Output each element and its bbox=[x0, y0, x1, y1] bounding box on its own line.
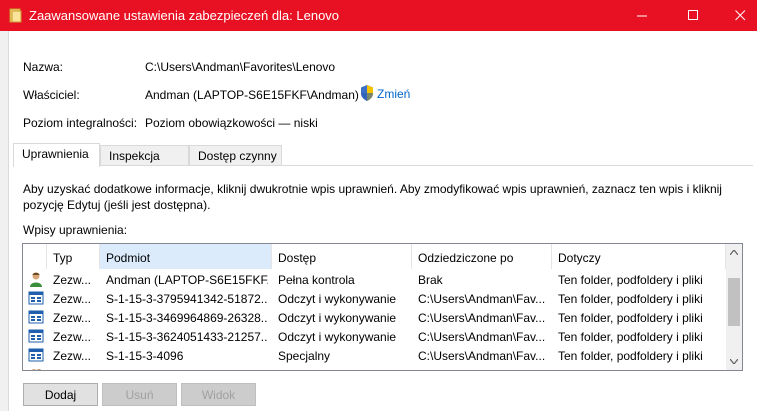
dialog-content: Nazwa: C:\Users\Andman\Favorites\Lenovo … bbox=[9, 31, 757, 411]
cell-type: Zezw... bbox=[53, 273, 92, 287]
cell-inherited: Brak bbox=[418, 273, 443, 287]
cell-type: Zezw... bbox=[53, 330, 92, 344]
info-text: Aby uzyskać dodatkowe informacje, klikni… bbox=[23, 182, 722, 212]
column-header-icon[interactable] bbox=[23, 244, 47, 269]
change-owner-link[interactable]: Zmień bbox=[377, 87, 410, 101]
app-package-icon bbox=[28, 329, 44, 343]
name-label: Nazwa: bbox=[23, 60, 64, 74]
cell-principal: S-1-15-3-4096 bbox=[106, 349, 184, 363]
cell-access: Pełna kontrola bbox=[278, 368, 408, 370]
cell-inherited: C:\Users\Andman\Fav... bbox=[418, 349, 546, 363]
table-row[interactable]: Zezw... SYSTEM Pełna kontrola C:\Users\Andm… bbox=[23, 365, 726, 370]
scroll-down-button[interactable] bbox=[726, 353, 742, 370]
table-row[interactable]: Zezw... S-1-15-3-3469964869-26328... Odczy… bbox=[23, 308, 726, 327]
cell-inherited: C:\Users\Andman\Fav... bbox=[418, 311, 546, 325]
column-header-applies[interactable]: Dotyczy bbox=[552, 244, 726, 269]
cell-access: Odczyt i wykonywanie bbox=[278, 311, 397, 325]
cell-type: Zezw... bbox=[53, 311, 92, 325]
column-header-type[interactable]: Typ bbox=[47, 244, 100, 269]
table-row[interactable]: Zezw... S-1-15-3-3795941342-51872... Odczy… bbox=[23, 289, 726, 308]
window-title: Zaawansowane ustawienia zabezpieczeń dla… bbox=[29, 8, 340, 23]
table-row[interactable]: Zezw... S-1-15-3-4096 Specjalny C:\Users\An… bbox=[23, 346, 726, 365]
system-icon bbox=[31, 369, 42, 370]
cell-type: Zezw... bbox=[53, 368, 97, 370]
app-package-icon bbox=[28, 348, 44, 362]
tab-panel-border bbox=[13, 165, 753, 166]
cell-access: Specjalny bbox=[278, 349, 331, 363]
title-bar: Zaawansowane ustawienia zabezpieczeń dla… bbox=[0, 0, 757, 31]
column-header-access[interactable]: Dostęp bbox=[272, 244, 412, 269]
tab-auditing[interactable]: Inspekcja bbox=[100, 145, 189, 166]
app-package-icon bbox=[28, 310, 44, 324]
add-button[interactable]: Dodaj bbox=[23, 383, 98, 406]
name-value: C:\Users\Andman\Favorites\Lenovo bbox=[145, 60, 336, 74]
cell-access: Odczyt i wykonywanie bbox=[278, 330, 397, 344]
close-icon bbox=[734, 10, 745, 21]
permission-entries-list[interactable]: Typ Podmiot Dostęp Odziedziczone po Doty… bbox=[22, 243, 743, 371]
folder-icon bbox=[9, 8, 22, 23]
cell-applies: Ten folder, podfoldery i pliki bbox=[558, 368, 724, 370]
uac-shield-icon bbox=[361, 85, 373, 101]
cell-type: Zezw... bbox=[53, 292, 92, 306]
remove-button[interactable]: Usuń bbox=[102, 383, 177, 406]
user-icon bbox=[30, 272, 42, 287]
column-header-principal[interactable]: Podmiot bbox=[100, 244, 272, 269]
cell-principal: Andman (LAPTOP-S6E15FKF... bbox=[106, 273, 268, 287]
cell-type: Zezw... bbox=[53, 349, 92, 363]
cell-access: Pełna kontrola bbox=[278, 273, 355, 287]
maximize-button[interactable] bbox=[670, 0, 716, 31]
minimize-icon bbox=[636, 15, 647, 17]
close-button[interactable] bbox=[717, 0, 757, 31]
chevron-up-icon bbox=[730, 250, 738, 255]
dialog-body: Nazwa: C:\Users\Andman\Favorites\Lenovo … bbox=[8, 31, 757, 411]
cell-principal: SYSTEM bbox=[106, 368, 268, 370]
cell-inherited: C:\Users\Andman\Fav... bbox=[418, 330, 546, 344]
owner-value: Andman (LAPTOP-S6E15FKF\Andman) bbox=[145, 88, 359, 102]
tab-effective-access[interactable]: Dostęp czynny bbox=[189, 145, 282, 166]
cell-applies: Ten folder, podfoldery i pliki bbox=[558, 311, 703, 325]
minimize-button[interactable] bbox=[619, 0, 665, 31]
cell-inherited: C:\Users\Andman\Fav... bbox=[418, 368, 550, 370]
cell-applies: Ten folder, podfoldery i pliki bbox=[558, 273, 703, 287]
cell-principal: S-1-15-3-3624051433-21257... bbox=[106, 330, 268, 344]
owner-label: Właściciel: bbox=[23, 88, 80, 102]
scroll-thumb[interactable] bbox=[728, 278, 740, 326]
chevron-down-icon bbox=[730, 359, 738, 364]
integrity-value: Poziom obowiązkowości — niski bbox=[145, 116, 318, 130]
cell-applies: Ten folder, podfoldery i pliki bbox=[558, 330, 703, 344]
entries-label: Wpisy uprawnienia: bbox=[23, 223, 128, 237]
cell-applies: Ten folder, podfoldery i pliki bbox=[558, 349, 703, 363]
cell-principal: S-1-15-3-3795941342-51872... bbox=[106, 292, 268, 306]
app-package-icon bbox=[28, 291, 44, 305]
tab-permissions[interactable]: Uprawnienia bbox=[13, 143, 100, 167]
cell-applies: Ten folder, podfoldery i pliki bbox=[558, 292, 703, 306]
cell-access: Odczyt i wykonywanie bbox=[278, 292, 397, 306]
cell-inherited: C:\Users\Andman\Fav... bbox=[418, 292, 546, 306]
table-row[interactable]: Zezw... S-1-15-3-3624051433-21257... Odczy… bbox=[23, 327, 726, 346]
view-button[interactable]: Widok bbox=[181, 383, 256, 406]
maximize-icon bbox=[687, 10, 698, 20]
integrity-label: Poziom integralności: bbox=[23, 116, 138, 130]
table-row[interactable]: Zezw... Andman (LAPTOP-S6E15FKF... Pełna k… bbox=[23, 270, 726, 289]
cell-principal: S-1-15-3-3469964869-26328... bbox=[106, 311, 268, 325]
column-header-inherited[interactable]: Odziedziczone po bbox=[412, 244, 552, 269]
vertical-scrollbar[interactable] bbox=[726, 244, 742, 370]
scroll-up-button[interactable] bbox=[726, 244, 742, 261]
